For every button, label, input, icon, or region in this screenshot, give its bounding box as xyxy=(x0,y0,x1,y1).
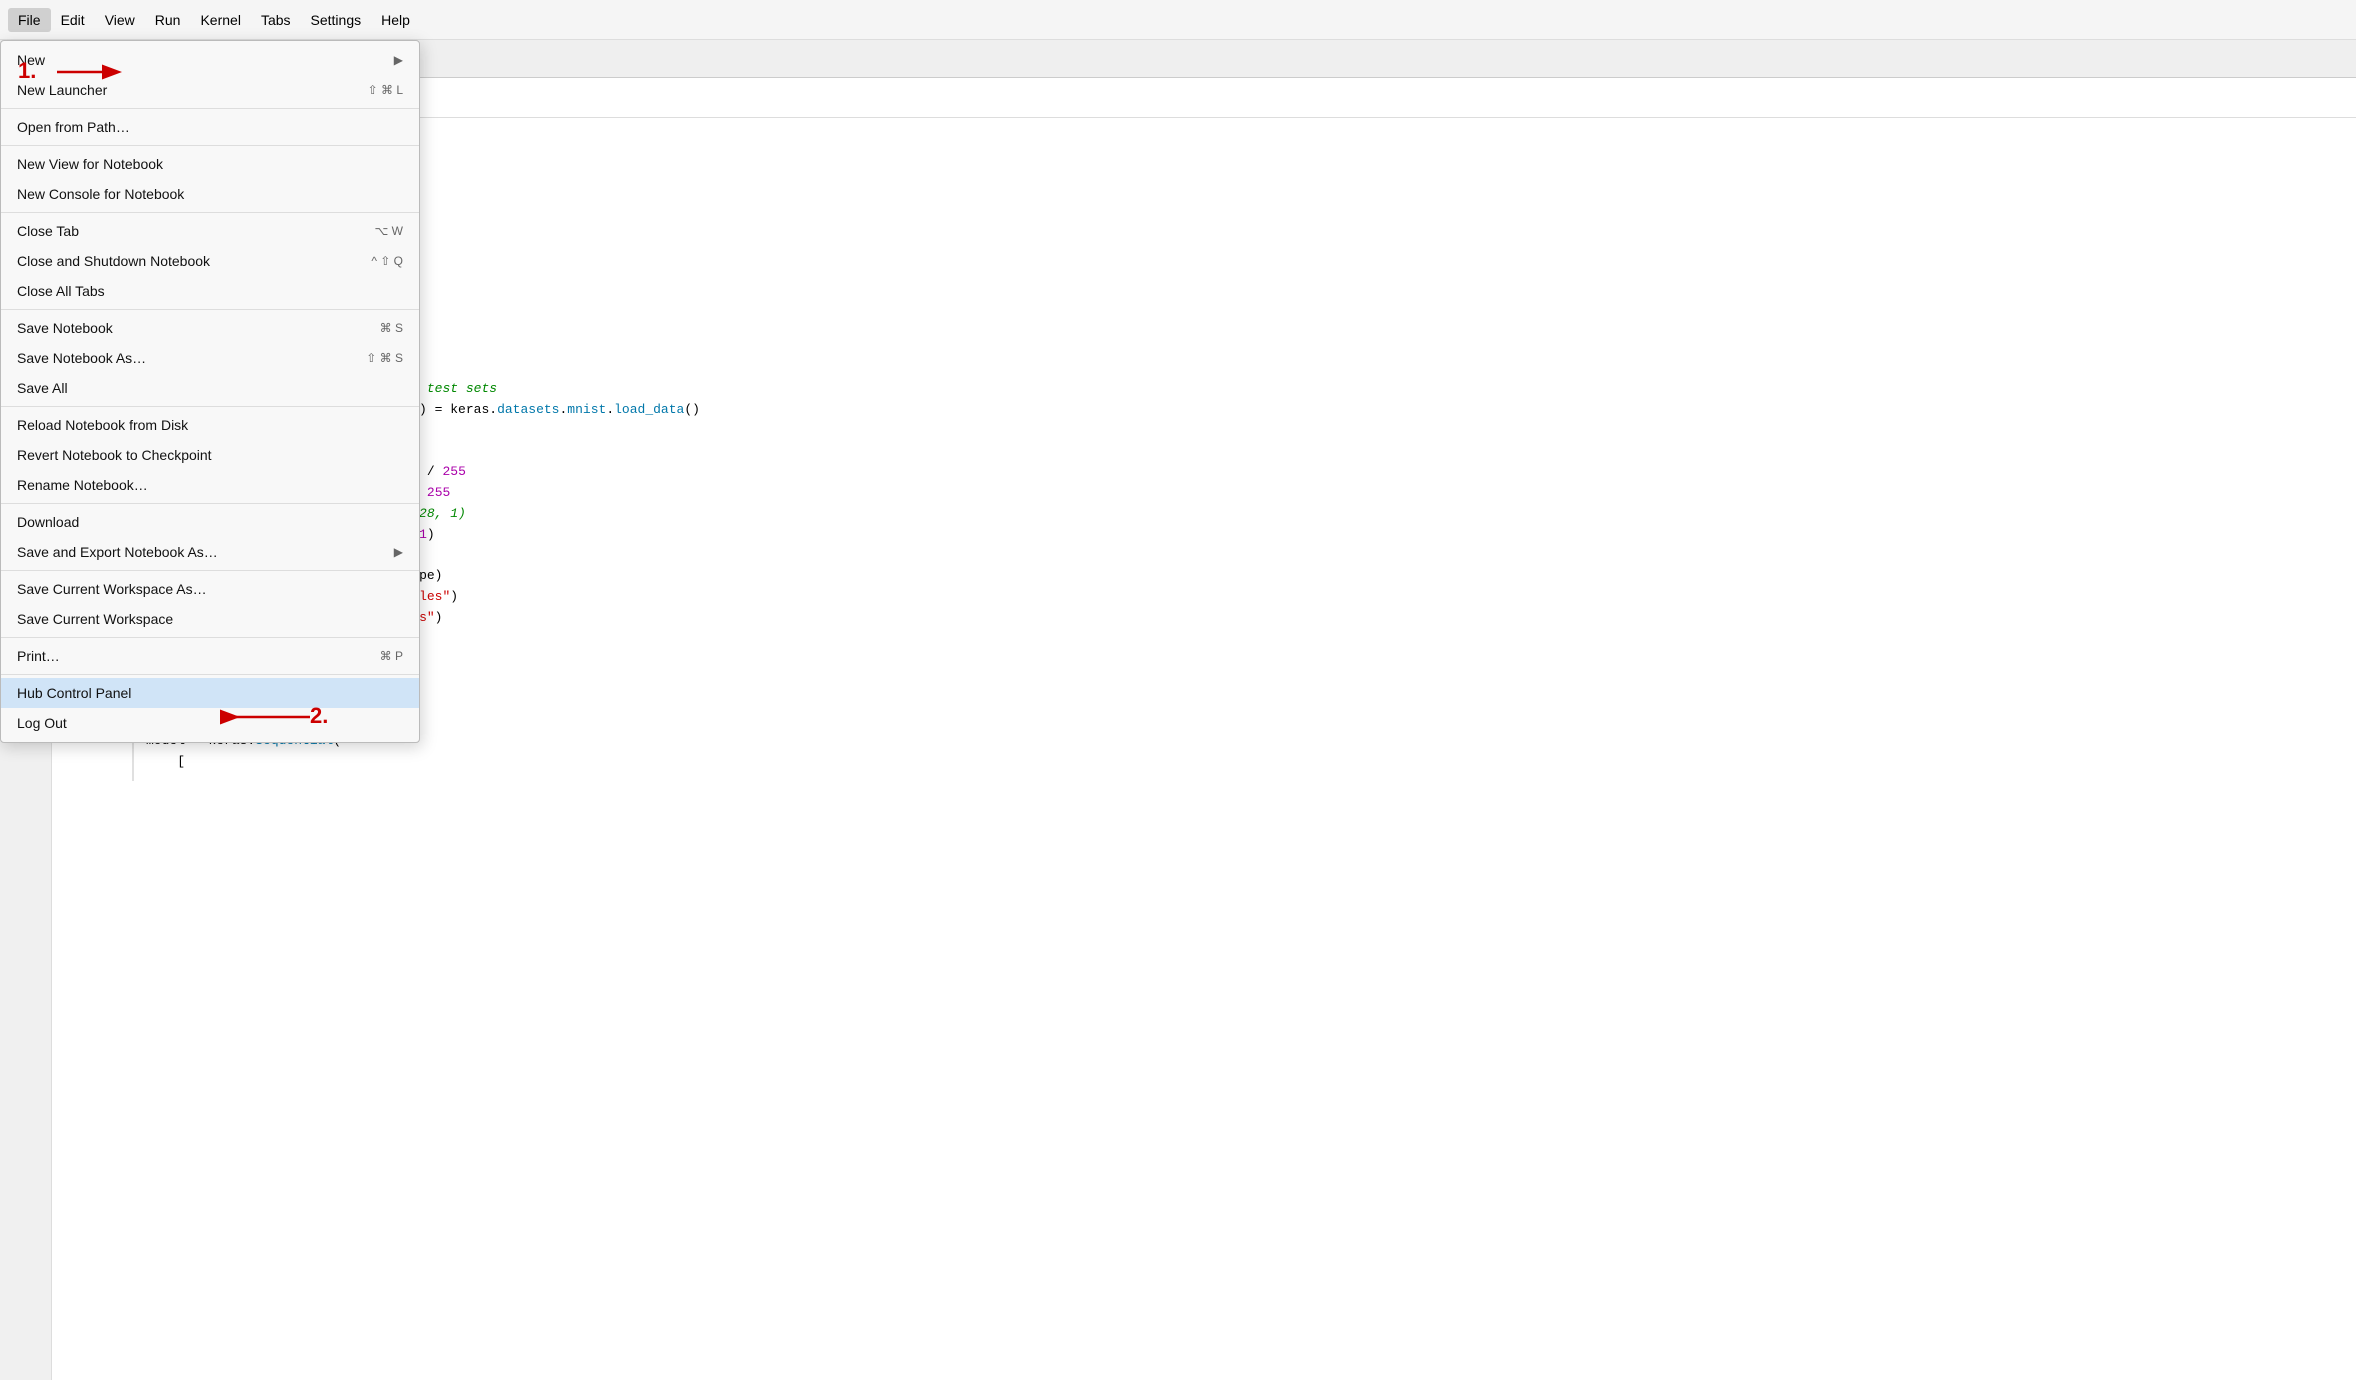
menu-item-new-console-label: New Console for Notebook xyxy=(17,186,403,202)
menu-item-close-shutdown-label: Close and Shutdown Notebook xyxy=(17,253,371,269)
separator-7 xyxy=(1,570,419,571)
menu-edit[interactable]: Edit xyxy=(51,8,95,32)
menu-item-new-launcher[interactable]: New Launcher ⇧ ⌘ L xyxy=(1,75,419,105)
menu-view[interactable]: View xyxy=(95,8,145,32)
menu-item-revert-label: Revert Notebook to Checkpoint xyxy=(17,447,403,463)
menu-item-rename[interactable]: Rename Notebook… xyxy=(1,470,419,500)
menu-item-print[interactable]: Print… ⌘ P xyxy=(1,641,419,671)
menu-settings[interactable]: Settings xyxy=(301,8,372,32)
menu-item-logout-label: Log Out xyxy=(17,715,403,731)
separator-2 xyxy=(1,145,419,146)
menu-item-new-arrow: ▶ xyxy=(394,53,403,67)
menu-item-new-label: New xyxy=(17,52,394,68)
menu-file[interactable]: File xyxy=(8,8,51,32)
menu-item-save-notebook-label: Save Notebook xyxy=(17,320,380,336)
menu-item-hub-control[interactable]: Hub Control Panel xyxy=(1,678,419,708)
menu-item-close-all-label: Close All Tabs xyxy=(17,283,403,299)
menu-item-reload-label: Reload Notebook from Disk xyxy=(17,417,403,433)
cell-3-content[interactable]: num_classes = 10 input_shape = (28, 28, … xyxy=(132,309,2356,637)
menu-bar: File Edit View Run Kernel Tabs Settings … xyxy=(0,0,2356,40)
menu-item-export-arrow: ▶ xyxy=(394,545,403,559)
separator-1 xyxy=(1,108,419,109)
menu-item-print-label: Print… xyxy=(17,648,380,664)
menu-item-new-view[interactable]: New View for Notebook xyxy=(1,149,419,179)
menu-tabs[interactable]: Tabs xyxy=(251,8,301,32)
menu-help[interactable]: Help xyxy=(371,8,420,32)
menu-item-hub-control-label: Hub Control Panel xyxy=(17,685,403,701)
menu-item-close-shutdown[interactable]: Close and Shutdown Notebook ^ ⇧ Q xyxy=(1,246,419,276)
menu-item-save-workspace-as-label: Save Current Workspace As… xyxy=(17,581,403,597)
menu-item-close-tab[interactable]: Close Tab ⌥ W xyxy=(1,216,419,246)
menu-item-save-all-label: Save All xyxy=(17,380,403,396)
menu-item-logout[interactable]: Log Out xyxy=(1,708,419,738)
cell-2-content[interactable]: %load_ext tensorboard xyxy=(132,264,2356,301)
separator-9 xyxy=(1,674,419,675)
menu-item-save-workspace-label: Save Current Workspace xyxy=(17,611,403,627)
menu-item-new-launcher-label: New Launcher xyxy=(17,82,368,98)
menu-item-download[interactable]: Download xyxy=(1,507,419,537)
menu-item-revert[interactable]: Revert Notebook to Checkpoint xyxy=(1,440,419,470)
menu-item-open-path-label: Open from Path… xyxy=(17,119,403,135)
menu-kernel[interactable]: Kernel xyxy=(190,8,250,32)
menu-item-print-shortcut: ⌘ P xyxy=(380,649,403,663)
cell-3-output-content: x_train shape: (60000, 28, 28, 1) 60000 … xyxy=(132,645,2356,715)
menu-item-export[interactable]: Save and Export Notebook As… ▶ xyxy=(1,537,419,567)
menu-item-reload[interactable]: Reload Notebook from Disk xyxy=(1,410,419,440)
cell-4-content[interactable]: model = keras.Sequential( [ xyxy=(132,723,2356,781)
menu-item-close-shutdown-shortcut: ^ ⇧ Q xyxy=(371,254,403,268)
menu-item-open-path[interactable]: Open from Path… xyxy=(1,112,419,142)
menu-item-close-all[interactable]: Close All Tabs xyxy=(1,276,419,306)
menu-item-download-label: Download xyxy=(17,514,403,530)
menu-item-close-tab-shortcut: ⌥ W xyxy=(375,224,404,238)
separator-8 xyxy=(1,637,419,638)
menu-item-save-all[interactable]: Save All xyxy=(1,373,419,403)
separator-6 xyxy=(1,503,419,504)
menu-item-close-tab-label: Close Tab xyxy=(17,223,375,239)
menu-item-new-view-label: New View for Notebook xyxy=(17,156,403,172)
menu-item-rename-label: Rename Notebook… xyxy=(17,477,403,493)
menu-item-new-launcher-shortcut: ⇧ ⌘ L xyxy=(368,83,403,97)
cell-1-content[interactable]: import numpy as np from tensorflow impor… xyxy=(132,136,2356,256)
file-dropdown-menu: New ▶ New Launcher ⇧ ⌘ L Open from Path…… xyxy=(0,40,420,743)
menu-item-export-label: Save and Export Notebook As… xyxy=(17,544,394,560)
menu-item-save-workspace-as[interactable]: Save Current Workspace As… xyxy=(1,574,419,604)
menu-item-save-notebook-shortcut: ⌘ S xyxy=(380,321,403,335)
separator-4 xyxy=(1,309,419,310)
menu-item-new-console[interactable]: New Console for Notebook xyxy=(1,179,419,209)
menu-item-save-as[interactable]: Save Notebook As… ⇧ ⌘ S xyxy=(1,343,419,373)
separator-5 xyxy=(1,406,419,407)
menu-item-save-as-label: Save Notebook As… xyxy=(17,350,366,366)
menu-run[interactable]: Run xyxy=(145,8,191,32)
menu-item-new[interactable]: New ▶ xyxy=(1,45,419,75)
menu-item-save-as-shortcut: ⇧ ⌘ S xyxy=(366,351,403,365)
menu-item-save-notebook[interactable]: Save Notebook ⌘ S xyxy=(1,313,419,343)
separator-3 xyxy=(1,212,419,213)
menu-item-save-workspace[interactable]: Save Current Workspace xyxy=(1,604,419,634)
